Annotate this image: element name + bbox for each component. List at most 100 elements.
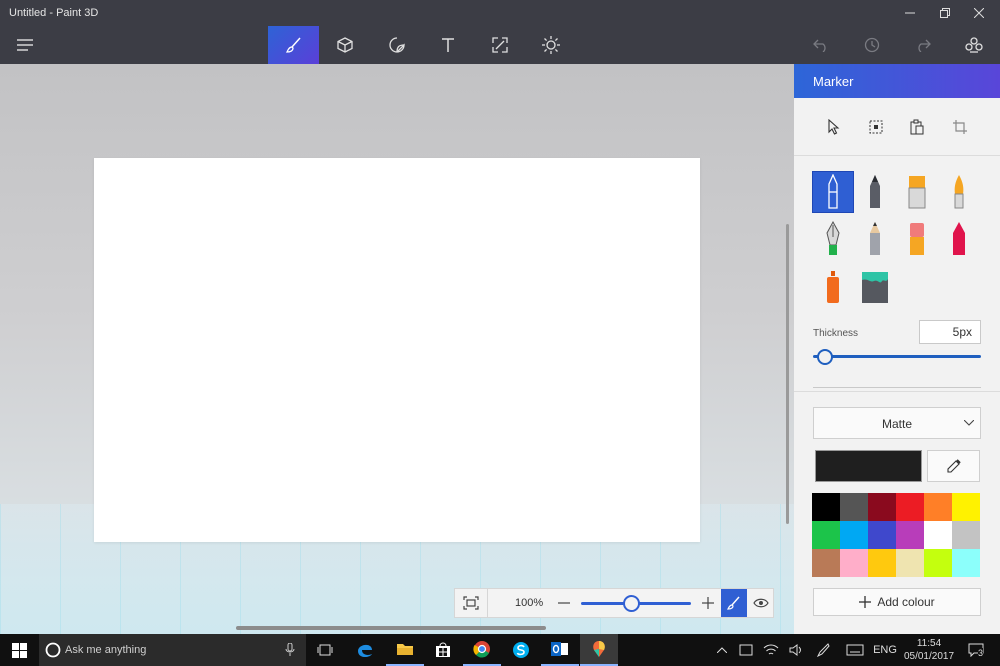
panel-title: Marker: [813, 74, 854, 89]
color-swatch[interactable]: [812, 493, 840, 521]
pencil-icon: [870, 222, 880, 255]
pen-workspace-button[interactable]: [812, 634, 834, 666]
color-swatch[interactable]: [840, 521, 868, 549]
color-swatch[interactable]: [896, 549, 924, 577]
color-swatch[interactable]: [868, 521, 896, 549]
thickness-input[interactable]: 5px: [919, 320, 981, 344]
color-swatch[interactable]: [868, 549, 896, 577]
tab-stickers[interactable]: [371, 26, 422, 64]
history-button[interactable]: [846, 26, 897, 64]
thickness-slider-track[interactable]: [813, 355, 981, 358]
network-button[interactable]: [760, 634, 782, 666]
input-language-button[interactable]: ENG: [870, 634, 900, 666]
color-swatch[interactable]: [812, 549, 840, 577]
color-swatch[interactable]: [952, 549, 980, 577]
color-swatch[interactable]: [952, 521, 980, 549]
marker-brush[interactable]: [812, 171, 854, 213]
paste-button[interactable]: [904, 116, 930, 138]
color-swatch[interactable]: [896, 493, 924, 521]
plus-icon: [702, 597, 714, 609]
3d-view-button[interactable]: [749, 593, 773, 613]
zoom-slider-thumb[interactable]: [622, 595, 640, 612]
clock-time: 11:54: [916, 638, 942, 649]
tab-3d-objects[interactable]: [319, 26, 370, 64]
drawing-canvas[interactable]: [94, 158, 700, 542]
skype-taskbar-button[interactable]: [502, 634, 540, 666]
outlook-taskbar-button[interactable]: [541, 634, 579, 666]
keyboard-icon: [846, 644, 864, 656]
2d-view-button[interactable]: [721, 589, 747, 617]
task-view-button[interactable]: [306, 634, 344, 666]
add-colour-button[interactable]: Add colour: [813, 588, 981, 616]
tab-brushes[interactable]: [268, 26, 319, 64]
color-swatch[interactable]: [840, 549, 868, 577]
tab-canvas[interactable]: [474, 26, 525, 64]
add-colour-label: Add colour: [877, 595, 935, 609]
menu-button[interactable]: [0, 26, 50, 64]
paint3d-taskbar-button[interactable]: [580, 634, 618, 666]
color-swatch[interactable]: [896, 521, 924, 549]
volume-button[interactable]: [785, 634, 807, 666]
tray-app-icon: [739, 644, 753, 656]
thickness-slider-thumb[interactable]: [816, 349, 833, 365]
magic-select-button[interactable]: [863, 116, 889, 138]
title-bar: Untitled - Paint 3D: [0, 0, 1000, 26]
paint-bucket-icon: [862, 272, 888, 303]
show-hidden-icons-button[interactable]: [712, 634, 732, 666]
remix-community-button[interactable]: [948, 26, 999, 64]
finish-dropdown[interactable]: Matte: [813, 407, 981, 439]
start-button[interactable]: [0, 634, 38, 666]
pencil-brush[interactable]: [854, 218, 896, 260]
color-swatch[interactable]: [924, 493, 952, 521]
tab-effects[interactable]: [525, 26, 576, 64]
calligraphy-pen-brush[interactable]: [854, 171, 896, 213]
color-swatch[interactable]: [952, 493, 980, 521]
wifi-icon: [763, 644, 779, 655]
color-swatch[interactable]: [868, 493, 896, 521]
folder-icon: [397, 644, 413, 655]
touch-keyboard-button[interactable]: [842, 634, 868, 666]
panel-header: Marker: [794, 64, 1000, 98]
tray-app-button[interactable]: [735, 634, 757, 666]
store-taskbar-button[interactable]: [424, 634, 462, 666]
fill-brush[interactable]: [854, 266, 896, 308]
color-swatch[interactable]: [840, 493, 868, 521]
eyedropper-button[interactable]: [927, 450, 980, 482]
vertical-scrollbar[interactable]: [786, 224, 789, 524]
close-button[interactable]: [962, 0, 996, 26]
select-tool-button[interactable]: [821, 116, 847, 138]
zoom-level-text: 100%: [515, 597, 544, 609]
zoom-out-button[interactable]: [557, 595, 571, 611]
minus-icon: [558, 602, 570, 604]
pixel-pen-brush[interactable]: [812, 218, 854, 260]
zoom-in-button[interactable]: [701, 595, 715, 611]
tab-text[interactable]: [422, 26, 473, 64]
color-swatch[interactable]: [812, 521, 840, 549]
current-color-swatch[interactable]: [815, 450, 922, 482]
edge-taskbar-button[interactable]: [346, 634, 384, 666]
cortana-search-box[interactable]: Ask me anything: [39, 634, 306, 666]
color-swatch[interactable]: [924, 521, 952, 549]
pen-nib-icon: [826, 221, 840, 255]
history-icon: [864, 37, 879, 53]
horizontal-scrollbar[interactable]: [236, 626, 546, 630]
eraser-brush[interactable]: [896, 218, 938, 260]
clipboard-icon: [910, 119, 924, 135]
watercolor-brush[interactable]: [938, 171, 980, 213]
crop-button[interactable]: [947, 116, 973, 138]
minimize-button[interactable]: [893, 0, 927, 26]
action-center-button[interactable]: 3: [962, 634, 990, 666]
spray-can-brush[interactable]: [812, 266, 854, 308]
file-explorer-taskbar-button[interactable]: [386, 634, 424, 666]
clock-button[interactable]: 11:54 05/01/2017: [900, 634, 958, 666]
fit-to-screen-button[interactable]: [460, 593, 482, 613]
crayon-brush[interactable]: [938, 218, 980, 260]
chrome-taskbar-button[interactable]: [463, 634, 501, 666]
redo-button[interactable]: [897, 26, 948, 64]
panel-divider: [794, 155, 1000, 156]
color-swatch[interactable]: [924, 549, 952, 577]
cortana-icon: [45, 642, 61, 658]
restore-button[interactable]: [928, 0, 962, 26]
undo-button[interactable]: [795, 26, 846, 64]
oil-brush[interactable]: [896, 171, 938, 213]
